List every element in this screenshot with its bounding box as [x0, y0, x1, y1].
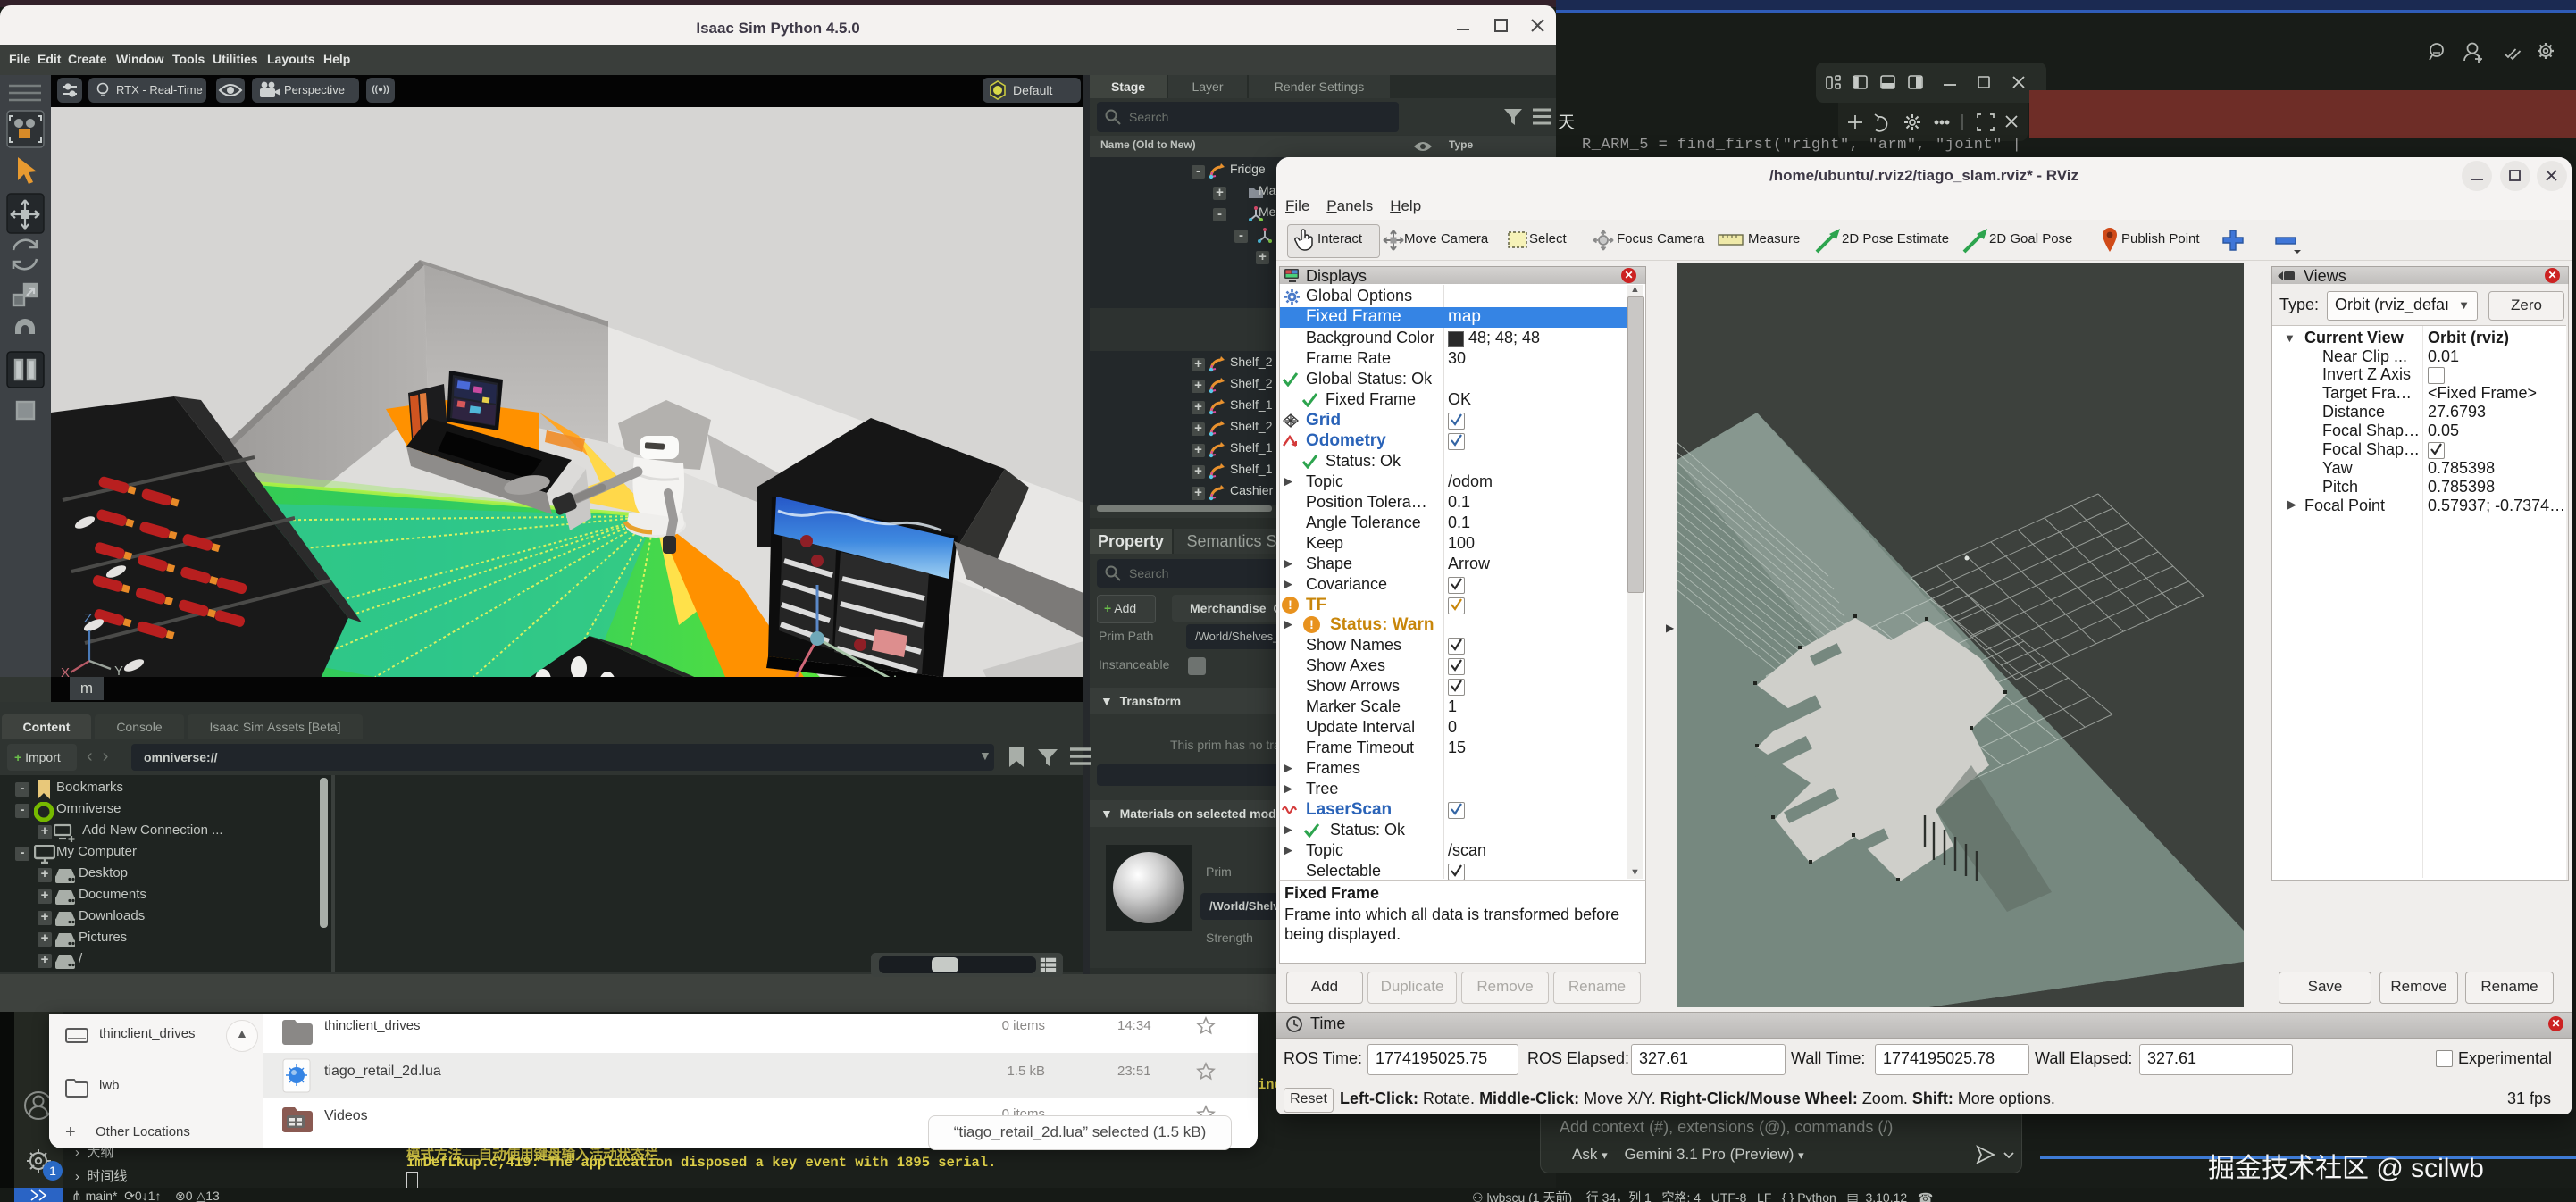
svg-text:Z: Z: [84, 611, 92, 626]
svg-text:Y: Y: [114, 664, 123, 677]
svg-text:X: X: [61, 665, 70, 677]
